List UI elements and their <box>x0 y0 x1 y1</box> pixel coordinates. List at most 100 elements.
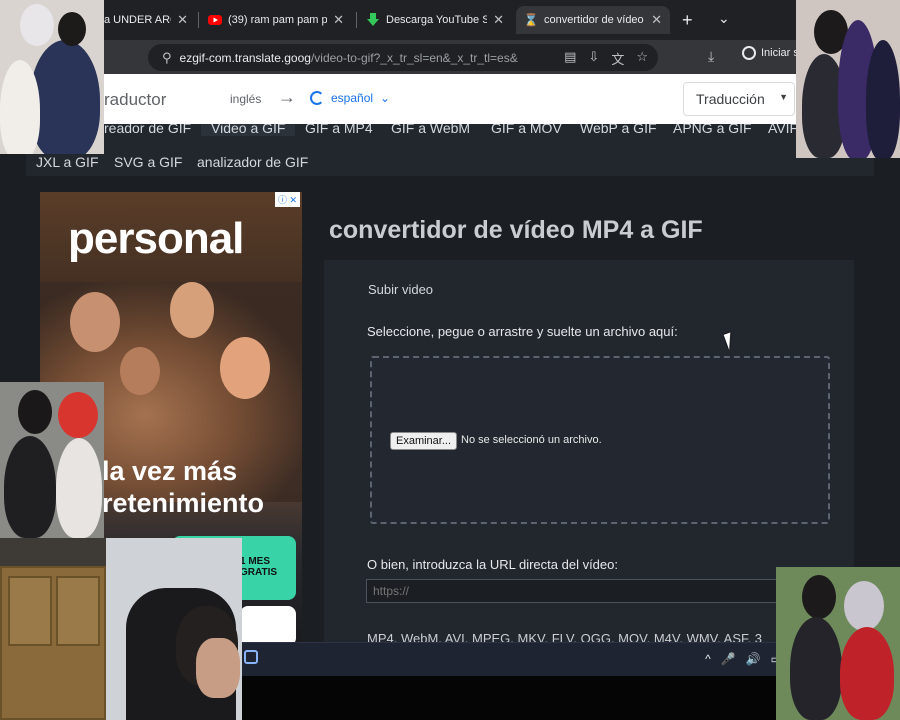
signin-button[interactable]: Iniciar s <box>742 46 799 60</box>
webcam-feed <box>0 538 242 720</box>
overlay-figure <box>790 617 842 720</box>
volume-icon[interactable]: 🔊 <box>746 652 761 666</box>
browser-tabbar: a UNDER ARGE ✕ (39) ram pam pam pam ✕ De… <box>0 0 900 40</box>
ad-person <box>70 292 120 352</box>
webcam-wardrobe <box>0 566 106 720</box>
nav-item[interactable]: GIF a MOV <box>491 124 562 136</box>
site-info-icon[interactable]: ⚲ <box>162 50 172 66</box>
overlay-figure <box>0 60 40 154</box>
ad-promo-text: GRATIS <box>240 567 278 578</box>
bookmark-star-icon[interactable]: ☆ <box>636 49 648 68</box>
loading-spinner-icon <box>310 91 324 105</box>
ad-person <box>220 337 270 399</box>
translation-select-label: Traducción <box>696 91 765 107</box>
reader-mode-icon[interactable]: ▤ <box>564 49 576 68</box>
ad-choices-icon[interactable]: ⓘ ✕ <box>274 192 300 207</box>
overlay-photo-bottom-right <box>776 567 900 720</box>
tab-0[interactable]: a UNDER ARGE ✕ <box>96 6 196 34</box>
overlay-figure <box>4 436 56 538</box>
nav-item[interactable]: JXL a GIF <box>36 154 99 170</box>
close-icon[interactable]: ✕ <box>493 12 504 28</box>
overlay-photo-top-right <box>796 0 900 158</box>
install-app-icon[interactable]: ⇩ <box>588 49 599 68</box>
ad-person <box>120 347 160 395</box>
system-tray: ^ 🎤 🔊 ▭ <box>705 652 782 666</box>
overlay-photo-mid-left <box>0 382 104 538</box>
source-language[interactable]: inglés <box>230 92 261 106</box>
youtube-icon <box>208 13 222 27</box>
url-path: /video-to-gif?_x_tr_sl=en&_x_tr_tl=es& <box>310 50 518 65</box>
tab-separator <box>198 12 199 28</box>
ad-promo-text: 1 MES <box>240 556 271 567</box>
tab-2[interactable]: Descarga YouTube Sho ✕ <box>358 6 512 34</box>
video-url-input[interactable] <box>366 579 778 603</box>
tab-title: convertidor de vídeo M <box>544 14 646 26</box>
wardrobe-door <box>56 576 100 646</box>
overlay-figure-head <box>844 581 884 631</box>
translate-bar: raductor inglés → español ⌄ Traducción ▼ <box>0 74 900 124</box>
address-bar[interactable]: ⚲ ezgif-com.translate.goog /video-to-gif… <box>148 44 658 71</box>
tab-list-chevron-icon[interactable]: ⌄ <box>718 10 730 27</box>
no-file-status: No se seleccionó un archivo. <box>461 434 602 446</box>
account-icon <box>742 46 756 60</box>
black-bar <box>242 676 776 720</box>
overlay-figure <box>866 40 900 158</box>
close-icon[interactable]: ✕ <box>333 12 344 28</box>
arrow-right-icon: → <box>278 87 296 107</box>
tab-title: a UNDER ARGE <box>104 14 171 26</box>
overlay-photo-top-left <box>0 0 104 154</box>
close-icon[interactable]: ✕ <box>177 12 188 28</box>
microphone-icon[interactable]: 🎤 <box>721 652 736 666</box>
webcam-shelf <box>0 538 106 566</box>
translation-select[interactable]: Traducción ▼ <box>683 82 795 116</box>
translate-icon[interactable]: 文 <box>611 49 624 68</box>
tray-expand-icon[interactable]: ^ <box>705 652 711 666</box>
nav-item[interactable]: SVG a GIF <box>114 154 182 170</box>
overlay-figure-head <box>18 390 52 434</box>
overlay-figure-head <box>20 4 54 46</box>
ad-person <box>170 282 214 338</box>
close-icon[interactable]: ✕ <box>651 12 662 28</box>
downloads-icon[interactable]: ⤓ <box>708 48 714 65</box>
nav-item[interactable]: AVIF <box>768 124 798 136</box>
format-nav: reador de GIF Video a GIF GIF a MP4 GIF … <box>26 124 874 176</box>
url-host: ezgif-com.translate.goog <box>179 50 311 65</box>
ad-tile <box>240 606 296 644</box>
nav-item-active[interactable]: Video a GIF <box>201 124 296 136</box>
page-title: convertidor de vídeo MP4 a GIF <box>329 216 703 244</box>
overlay-figure-head <box>58 392 98 438</box>
wardrobe-door <box>8 576 52 646</box>
nav-item[interactable]: GIF a MP4 <box>305 124 373 136</box>
tab-3-active[interactable]: ⌛ convertidor de vídeo M ✕ <box>516 6 670 34</box>
webcam-person-face <box>196 638 240 698</box>
select-file-prompt: Seleccione, pegue o arrastre y suelte un… <box>367 324 678 339</box>
tab-1[interactable]: (39) ram pam pam pam ✕ <box>200 6 352 34</box>
taskbar-app-icon[interactable] <box>244 650 258 664</box>
overlay-figure-head <box>802 575 836 619</box>
translator-name: raductor <box>104 90 167 109</box>
tab-title: (39) ram pam pam pam <box>228 14 328 26</box>
ad-slogan: la vez más <box>102 456 238 486</box>
download-arrow-icon <box>366 13 380 27</box>
tab-separator <box>356 12 357 28</box>
signin-label: Iniciar s <box>761 47 799 59</box>
nav-item[interactable]: WebP a GIF <box>580 124 657 136</box>
chevron-down-icon: ▼ <box>779 92 788 102</box>
browse-button[interactable]: Examinar... <box>390 432 458 450</box>
upload-section-label: Subir video <box>368 282 434 297</box>
nav-item[interactable]: reador de GIF <box>104 124 191 136</box>
ad-brand: personal <box>68 214 244 263</box>
ad-slogan: retenimiento <box>102 488 265 518</box>
overlay-figure-head <box>58 12 86 46</box>
tab-title: Descarga YouTube Sho <box>386 14 488 26</box>
overlay-figure <box>840 627 894 720</box>
chevron-down-icon[interactable]: ⌄ <box>380 91 390 105</box>
url-prompt: O bien, introduzca la URL directa del ví… <box>367 557 618 572</box>
nav-item[interactable]: GIF a WebM <box>391 124 470 136</box>
target-language[interactable]: español <box>331 91 373 105</box>
nav-item[interactable]: APNG a GIF <box>673 124 752 136</box>
new-tab-button[interactable]: + <box>682 10 693 31</box>
nav-item[interactable]: analizador de GIF <box>197 154 308 170</box>
hourglass-icon: ⌛ <box>523 13 539 27</box>
overlay-figure <box>30 40 100 154</box>
